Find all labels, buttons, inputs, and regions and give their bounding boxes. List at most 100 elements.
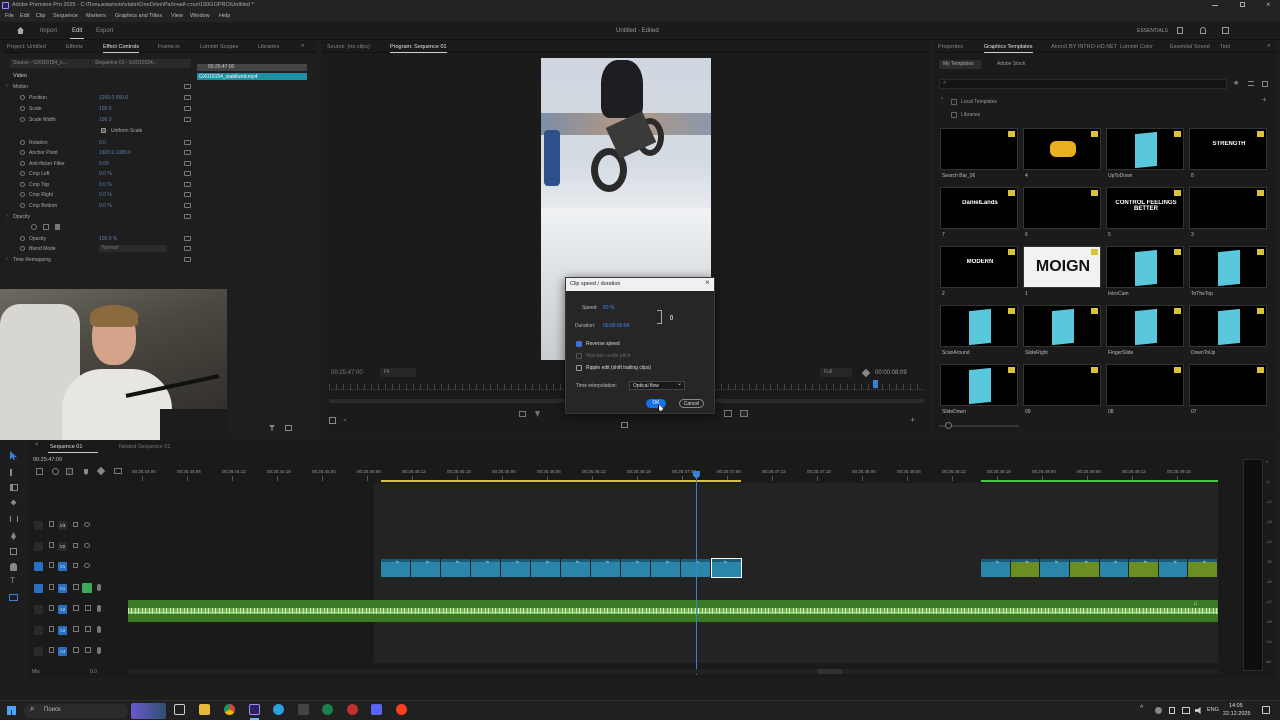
v1-video-clip[interactable]: fx — [471, 559, 500, 577]
v1-video-clip[interactable]: fx — [531, 559, 560, 577]
export-frame-button-icon[interactable] — [740, 410, 748, 417]
filter-icon[interactable] — [269, 425, 275, 431]
template-thumbnail[interactable] — [1106, 246, 1184, 288]
rectangle-tool-icon[interactable] — [10, 548, 17, 555]
tray-date[interactable]: 22.12.2025 — [1223, 711, 1251, 717]
template-label[interactable]: 1 — [1025, 291, 1028, 297]
windows-start-icon[interactable] — [7, 706, 16, 715]
stopwatch-icon[interactable] — [20, 203, 25, 208]
microphone-icon[interactable] — [97, 584, 101, 591]
v1-video-clip[interactable]: fx — [1129, 559, 1158, 577]
template-thumbnail[interactable] — [1189, 364, 1267, 406]
tray-network-icon[interactable] — [1182, 707, 1190, 714]
mix-volume-value[interactable]: 0.0 — [90, 669, 97, 675]
type-tool-icon[interactable]: T — [10, 576, 15, 585]
tab-program-monitor[interactable]: Program: Sequence 01 — [390, 44, 447, 53]
reset-parameter-icon[interactable] — [184, 257, 191, 262]
close-sequence-icon[interactable]: × — [35, 442, 39, 448]
template-zoom-slider[interactable] — [939, 422, 1019, 429]
add-marker-timeline-icon[interactable] — [84, 469, 88, 475]
mark-in-icon[interactable] — [535, 411, 540, 417]
a1-audio-clip[interactable] — [128, 600, 1218, 622]
reset-parameter-icon[interactable] — [184, 150, 191, 155]
template-label[interactable]: 6 — [1025, 232, 1028, 238]
template-label[interactable]: UpToDown — [1108, 173, 1132, 179]
full-dropdown[interactable]: Full — [820, 368, 852, 377]
solo-icon[interactable] — [85, 605, 91, 611]
template-thumbnail[interactable] — [1189, 305, 1267, 347]
notification-center-icon[interactable] — [1262, 706, 1270, 714]
menu-clip[interactable]: Clip — [36, 13, 45, 19]
template-thumbnail[interactable] — [1106, 128, 1184, 170]
captions-icon[interactable] — [114, 468, 122, 474]
stopwatch-icon[interactable] — [20, 117, 25, 122]
expand-triangle-icon[interactable]: › — [6, 213, 8, 219]
tab-libraries[interactable]: Libraries — [258, 44, 279, 50]
effect-row-value[interactable]: 100.0 % — [99, 236, 117, 242]
app-record-icon[interactable] — [347, 704, 358, 715]
microphone-icon[interactable] — [97, 647, 101, 654]
selection-tool-icon[interactable] — [10, 451, 17, 460]
maintain-pitch-checkbox[interactable] — [576, 353, 582, 359]
template-thumbnail[interactable] — [1023, 128, 1101, 170]
reverse-speed-checkbox[interactable] — [576, 341, 582, 347]
effect-row-value[interactable]: 1920.0 1080.0 — [99, 150, 131, 156]
hand-tool-icon[interactable] — [10, 563, 17, 571]
chrome-icon[interactable] — [224, 704, 235, 715]
stopwatch-icon[interactable] — [20, 236, 25, 241]
template-thumbnail[interactable] — [1106, 305, 1184, 347]
menu-sequence[interactable]: Sequence — [53, 13, 78, 19]
v1-video-clip[interactable]: fx — [1040, 559, 1069, 577]
tab-project[interactable]: Project: Untitled — [7, 44, 46, 50]
v1-video-clip[interactable]: fx — [441, 559, 470, 577]
template-label[interactable]: 4 — [1025, 173, 1028, 179]
effect-row[interactable]: Crop Bottom 0.0 % — [3, 201, 193, 212]
effect-row-value[interactable]: 0.0 % — [99, 203, 112, 209]
effect-row[interactable]: Uniform Scale — [3, 126, 193, 137]
export-frame-icon[interactable] — [285, 425, 292, 431]
stopwatch-icon[interactable] — [20, 106, 25, 111]
mute-icon[interactable] — [73, 626, 79, 632]
minimize-window-icon[interactable] — [1212, 5, 1218, 6]
stopwatch-icon[interactable] — [20, 171, 25, 176]
sync-lock-icon[interactable] — [73, 522, 78, 527]
v1-video-clip[interactable]: fx — [1188, 559, 1217, 577]
tray-volume-icon[interactable] — [1195, 707, 1201, 714]
tab-export[interactable]: Export — [96, 28, 113, 34]
ripple-edit-checkbox[interactable] — [576, 365, 582, 371]
mute-icon[interactable] — [73, 647, 79, 653]
more-panels-icon[interactable]: » — [301, 43, 304, 49]
template-thumbnail[interactable] — [940, 128, 1018, 170]
template-label[interactable]: ScanAround — [942, 350, 970, 356]
effect-row-value[interactable]: 0.00 — [99, 161, 109, 167]
menu-edit[interactable]: Edit — [20, 13, 29, 19]
template-label[interactable]: 07 — [1191, 409, 1197, 415]
microphone-icon[interactable] — [97, 626, 101, 633]
snap-icon[interactable] — [52, 468, 59, 475]
mask-ellipse-icon[interactable] — [31, 224, 37, 230]
template-label[interactable]: IntroCam — [1108, 291, 1129, 297]
tab-source-monitor[interactable]: Source: (no clips) — [327, 44, 370, 50]
effect-row[interactable]: Anchor Point 1920.0 1080.0 — [3, 148, 193, 159]
uniform-scale-checkbox[interactable] — [101, 128, 106, 133]
track-select-tool-icon[interactable] — [10, 469, 18, 476]
stopwatch-icon[interactable] — [20, 150, 25, 155]
tray-chevron-icon[interactable]: ^ — [1140, 705, 1143, 712]
menu-window[interactable]: Window — [190, 13, 210, 19]
template-label[interactable]: FingerSlide — [1108, 350, 1133, 356]
effect-row[interactable]: › Opacity — [3, 212, 193, 223]
effect-row-value[interactable]: Normal — [99, 245, 167, 252]
menu-file[interactable]: File — [5, 13, 14, 19]
reset-parameter-icon[interactable] — [184, 192, 191, 197]
timeline-horizontal-scroll[interactable] — [128, 669, 1218, 674]
menu-view[interactable]: View — [171, 13, 183, 19]
reset-parameter-icon[interactable] — [184, 203, 191, 208]
track-target-toggle[interactable] — [34, 584, 43, 593]
effect-row[interactable]: Anti-flicker Filter 0.00 — [3, 159, 193, 170]
mute-icon[interactable] — [73, 584, 79, 590]
template-thumbnail[interactable]: DanielLands — [940, 187, 1018, 229]
template-label[interactable]: SlideDown — [942, 409, 966, 415]
telegram-icon[interactable] — [273, 704, 284, 715]
captions-tool-icon[interactable] — [9, 594, 18, 601]
pen-tool-icon[interactable] — [11, 532, 16, 540]
